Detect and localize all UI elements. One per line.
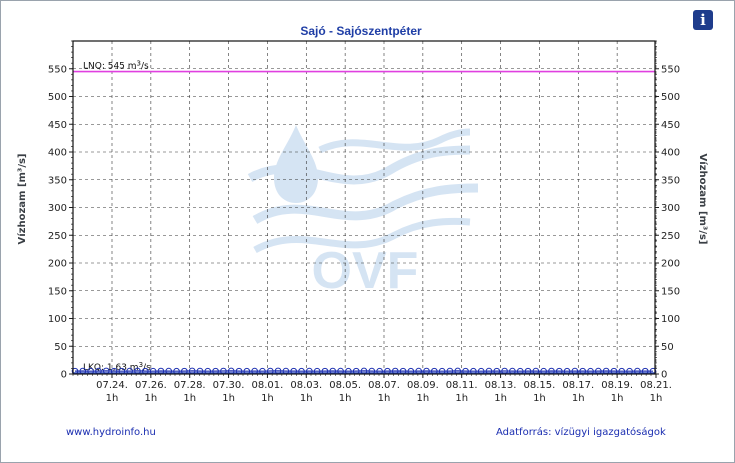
axes: [69, 40, 659, 378]
footer-website-link[interactable]: www.hydroinfo.hu: [66, 427, 156, 438]
x-tick-label-date: 08.03.: [290, 380, 322, 391]
watermark-text: OVF: [312, 242, 419, 300]
x-tick-label-date: 08.07.: [368, 380, 400, 391]
y-tick-label-left: 250: [48, 231, 67, 242]
x-tick-label-date: 07.30.: [213, 380, 245, 391]
info-icon: i: [700, 11, 706, 29]
y-tick-label-left: 450: [48, 120, 67, 131]
y-tick-label-left: 550: [48, 64, 67, 75]
x-tick-label-date: 08.21.: [640, 380, 672, 391]
y-tick-label-right: 150: [661, 286, 680, 297]
x-tick-label-hour: 1h: [106, 393, 119, 404]
y-tick-label-left: 200: [48, 259, 67, 270]
x-tick-label-hour: 1h: [145, 393, 158, 404]
x-tick-label-hour: 1h: [222, 393, 235, 404]
footer-data-source: Adatforrás: vízügyi igazgatóságok: [496, 427, 666, 438]
y-tick-label-left: 300: [48, 203, 67, 214]
y-tick-label-right: 250: [661, 231, 680, 242]
y-tick-label-right: 550: [661, 64, 680, 75]
x-tick-label-hour: 1h: [417, 393, 430, 404]
ovf-watermark-logo: OVF: [247, 125, 479, 300]
x-tick-label-date: 07.26.: [135, 380, 167, 391]
x-tick-label-hour: 1h: [494, 393, 507, 404]
x-tick-label-date: 08.19.: [601, 380, 633, 391]
y-tick-label-right: 400: [661, 148, 680, 159]
x-tick-label-date: 08.13.: [485, 380, 517, 391]
x-tick-label-date: 07.28.: [174, 380, 206, 391]
y-tick-label-left: 150: [48, 286, 67, 297]
y-tick-label-right: 350: [661, 175, 680, 186]
y-axis-label-right: Vízhozam [m³/s]: [697, 154, 709, 245]
y-axis-label-left: Vízhozam [m³/s]: [16, 154, 28, 245]
y-tick-label-right: 0: [661, 370, 667, 381]
x-tick-label-hour: 1h: [611, 393, 624, 404]
x-tick-label-date: 08.17.: [562, 380, 594, 391]
x-tick-label-hour: 1h: [183, 393, 196, 404]
x-tick-label-hour: 1h: [572, 393, 585, 404]
chart-svg: Sajó - Sajószentpéter OVF LNQ: 545 m3/sL…: [16, 24, 709, 404]
y-tick-label-left: 0: [61, 370, 67, 381]
tick-labels: 0 0 50 50 100 100 150 150 200 200 250 250 300 300 350 3…: [48, 64, 680, 404]
x-tick-label-date: 08.11.: [446, 380, 478, 391]
y-tick-label-right: 300: [661, 203, 680, 214]
y-tick-label-right: 50: [661, 342, 674, 353]
x-tick-label-date: 08.15.: [524, 380, 556, 391]
x-tick-label-date: 08.09.: [407, 380, 439, 391]
x-tick-label-hour: 1h: [455, 393, 468, 404]
x-tick-label-date: 08.05.: [329, 380, 361, 391]
y-tick-label-left: 50: [54, 342, 67, 353]
x-tick-label-hour: 1h: [650, 393, 663, 404]
x-tick-label-hour: 1h: [261, 393, 274, 404]
y-tick-label-right: 500: [661, 92, 680, 103]
y-tick-label-right: 450: [661, 120, 680, 131]
info-button[interactable]: i: [693, 10, 713, 30]
chart-title: Sajó - Sajószentpéter: [300, 24, 422, 38]
y-tick-label-right: 200: [661, 259, 680, 270]
y-tick-label-left: 100: [48, 314, 67, 325]
y-tick-label-left: 400: [48, 148, 67, 159]
reference-line-label: LNQ: 545 m3/s: [83, 60, 149, 72]
y-tick-label-left: 350: [48, 175, 67, 186]
x-tick-label-date: 08.01.: [252, 380, 284, 391]
x-tick-label-hour: 1h: [533, 393, 546, 404]
x-tick-label-hour: 1h: [339, 393, 352, 404]
x-tick-label-hour: 1h: [300, 393, 313, 404]
y-tick-label-right: 100: [661, 314, 680, 325]
x-tick-label-hour: 1h: [378, 393, 391, 404]
y-tick-label-left: 500: [48, 92, 67, 103]
grid: [73, 41, 657, 374]
x-tick-label-date: 07.24.: [96, 380, 128, 391]
